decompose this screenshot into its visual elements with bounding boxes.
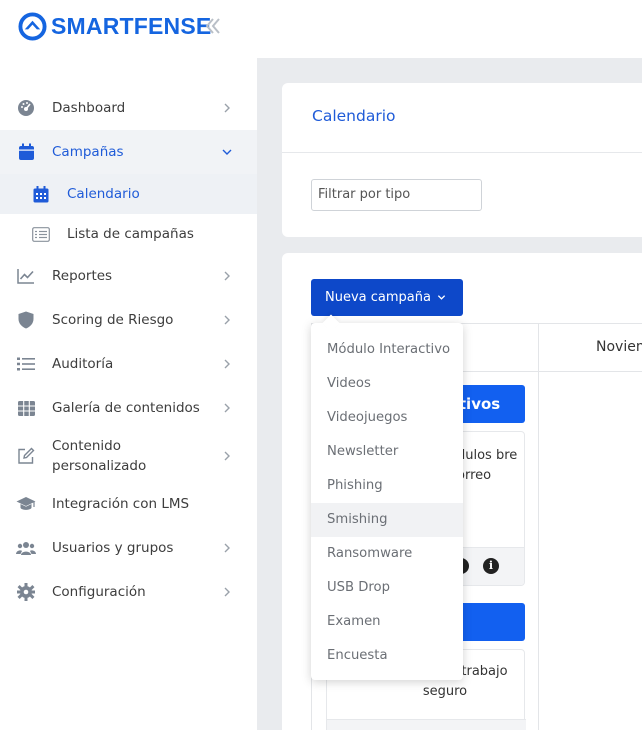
chevron-down-icon	[437, 295, 446, 300]
sidebar-item-label: Dashboard	[52, 100, 126, 116]
edit-icon	[16, 446, 36, 466]
brand-logo[interactable]: SMARTFENSE	[18, 10, 211, 42]
sidebar-item-campanas[interactable]: Campañas	[0, 130, 257, 174]
sidebar-item-calendario[interactable]: Calendario	[0, 174, 257, 214]
calendar-grid-icon	[31, 184, 51, 204]
sidebar-item-reportes[interactable]: Reportes	[0, 254, 257, 298]
list-bullets-icon	[16, 354, 36, 374]
menu-item-examen[interactable]: Examen	[311, 605, 463, 639]
sidebar-item-dashboard[interactable]: Dashboard	[0, 86, 257, 130]
sidebar-item-lms[interactable]: Integración con LMS	[0, 482, 257, 526]
chevron-right-icon	[224, 315, 230, 325]
menu-item-videojuegos[interactable]: Videojuegos	[311, 401, 463, 435]
shield-icon	[16, 310, 36, 330]
campaign-event-footer	[327, 719, 526, 730]
menu-item-videos[interactable]: Videos	[311, 367, 463, 401]
page-title: Calendario	[312, 107, 396, 125]
sidebar-item-label: Integración con LMS	[52, 496, 190, 512]
dashboard-gauge-icon	[16, 98, 36, 118]
divider	[282, 152, 642, 153]
filter-type-input[interactable]: Filtrar por tipo	[311, 179, 482, 211]
graduation-cap-icon	[16, 494, 36, 514]
menu-item-modulo-interactivo[interactable]: Módulo Interactivo	[311, 333, 463, 367]
sidebar-item-label: Calendario	[67, 186, 140, 202]
sidebar-item-label: Lista de campañas	[67, 226, 194, 242]
smartfense-logo-icon	[18, 11, 47, 41]
menu-item-encuesta[interactable]: Encuesta	[311, 639, 463, 673]
line-chart-icon	[16, 266, 36, 286]
sidebar-item-galeria[interactable]: Galería de contenidos	[0, 386, 257, 430]
sidebar-item-label: Campañas	[52, 144, 124, 160]
sidebar-item-label: Auditoría	[52, 356, 114, 372]
menu-item-smishing[interactable]: Smishing	[311, 503, 463, 537]
sidebar-item-usuarios[interactable]: Usuarios y grupos	[0, 526, 257, 570]
calendar-column-header: Noviem	[596, 339, 642, 355]
chevron-right-icon	[224, 103, 230, 113]
calendar-icon	[16, 142, 36, 162]
new-campaign-label: Nueva campaña	[325, 290, 431, 305]
info-icon[interactable]: i	[483, 558, 499, 574]
new-campaign-button[interactable]: Nueva campaña	[311, 279, 463, 316]
list-icon	[31, 224, 51, 244]
sidebar: SMARTFENSE Dashboard Campañas Calendario…	[0, 0, 257, 730]
sidebar-item-label: Reportes	[52, 268, 113, 284]
grid-icon	[16, 398, 36, 418]
sidebar-item-lista-campanas[interactable]: Lista de campañas	[0, 214, 257, 254]
sidebar-item-contenido-personalizado[interactable]: Contenido personalizado	[0, 430, 257, 482]
new-campaign-dropdown: Módulo Interactivo Videos Videojuegos Ne…	[311, 323, 463, 680]
sidebar-item-scoring[interactable]: Scoring de Riesgo	[0, 298, 257, 342]
chevron-right-icon	[224, 359, 230, 369]
sidebar-item-label: Galería de contenidos	[52, 400, 200, 416]
calendar-header-card: Calendario Filtrar por tipo	[282, 83, 642, 237]
menu-item-newsletter[interactable]: Newsletter	[311, 435, 463, 469]
sidebar-item-auditoria[interactable]: Auditoría	[0, 342, 257, 386]
chevron-right-icon	[224, 451, 230, 461]
sidebar-nav: Dashboard Campañas Calendario Lista de c…	[0, 86, 257, 614]
sidebar-item-configuracion[interactable]: Configuración	[0, 570, 257, 614]
campaign-event-text: dulos bre orreo	[457, 448, 518, 483]
chevron-right-icon	[224, 543, 230, 553]
brand-name: SMARTFENSE	[51, 12, 212, 39]
sidebar-item-label: Usuarios y grupos	[52, 540, 174, 556]
top-bar	[257, 0, 642, 58]
divider	[538, 323, 539, 730]
sidebar-item-label: Configuración	[52, 584, 146, 600]
chevron-right-icon	[224, 587, 230, 597]
sidebar-item-label: Contenido personalizado	[52, 438, 147, 474]
collapse-sidebar-icon[interactable]	[204, 15, 222, 37]
menu-item-phishing[interactable]: Phishing	[311, 469, 463, 503]
gear-icon	[16, 582, 36, 602]
chevron-down-icon	[222, 149, 232, 155]
menu-item-usb-drop[interactable]: USB Drop	[311, 571, 463, 605]
sidebar-item-label: Scoring de Riesgo	[52, 312, 174, 328]
users-icon	[16, 538, 36, 558]
menu-item-ransomware[interactable]: Ransomware	[311, 537, 463, 571]
chevron-right-icon	[224, 271, 230, 281]
chevron-right-icon	[224, 403, 230, 413]
